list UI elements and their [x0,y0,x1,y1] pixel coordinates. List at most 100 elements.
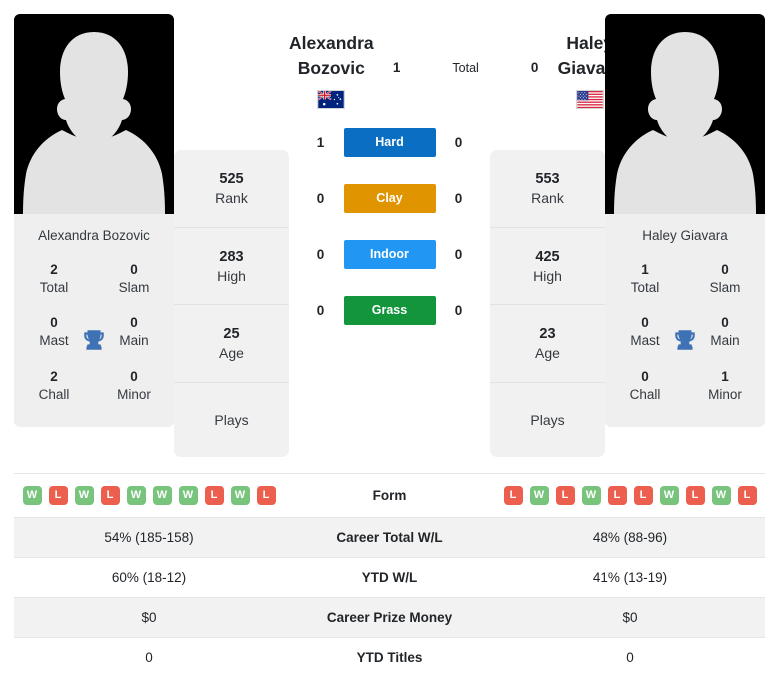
title-cell-slam-right: 0 Slam [685,253,765,306]
stat-value: 553 [535,171,560,187]
form-badge-loss[interactable]: L [204,486,224,505]
title-label: Minor [117,386,151,402]
table-row-form: WLWLWWWLWL Form LWLWLLWLWL [14,473,765,518]
table-row-ytd-titles: 0 YTD Titles 0 [14,637,765,678]
h2h-clay-right: 0 [454,190,463,206]
stat-label: Plays [530,412,565,429]
form-badge-loss[interactable]: L [503,486,523,505]
stat-value: 25 [223,326,240,343]
form-badge-win[interactable]: W [178,486,198,505]
form-badge-win[interactable]: W [581,486,601,505]
form-badge-win[interactable]: W [126,486,146,505]
title-cell-chall-right: 0 Chall [605,360,685,413]
title-label: Total [39,279,69,295]
form-badge-win[interactable]: W [74,486,94,505]
player-name-left[interactable]: Alexandra Bozovic [289,14,374,109]
title-label: Slam [709,279,741,295]
stat-label: Rank [215,189,248,206]
row-label: Career Total W/L [336,530,443,545]
surface-badge-hard[interactable]: Hard [343,127,436,157]
form-strip-left: WLWLWWWLWL [20,486,278,505]
row-value-left: 0 [145,650,153,665]
stat-high-right: 425 High [490,228,605,306]
h2h-hard-right: 0 [454,134,463,150]
h2h-surface-list: 1 Hard 0 0 Clay 0 0 Indoor 0 0 Grass 0 [289,114,490,338]
title-value: 0 [721,262,729,277]
title-value: 0 [130,315,138,331]
australia-flag-icon [317,89,346,109]
title-cell-slam-left: 0 Slam [94,253,174,306]
surface-badge-indoor[interactable]: Indoor [343,239,436,269]
form-badge-win[interactable]: W [659,486,679,505]
form-strip-right: LWLWLLWLWL [501,486,759,505]
h2h-row-hard[interactable]: 1 Hard 0 [289,114,490,170]
form-badge-win[interactable]: W [152,486,172,505]
form-badge-loss[interactable]: L [737,486,757,505]
h2h-indoor-left: 0 [316,246,325,262]
title-cell-minor-left: 0 Minor [94,360,174,413]
stat-rank-left: 525 Rank [174,150,289,228]
title-label: Minor [708,386,742,402]
title-value: 0 [130,262,138,277]
form-badge-win[interactable]: W [711,486,731,505]
h2h-row-indoor[interactable]: 0 Indoor 0 [289,226,490,282]
stat-card-right: 553 Rank 425 High 23 Age Plays [490,150,605,458]
form-cell-left: WLWLWWWLWL [14,474,284,518]
trophy-icon [84,330,104,350]
h2h-row-grass[interactable]: 0 Grass 0 [289,282,490,338]
form-badge-win[interactable]: W [230,486,250,505]
form-badge-win[interactable]: W [22,486,42,505]
row-value-right: $0 [622,610,638,625]
title-label: Chall [38,386,70,402]
title-value: 0 [130,368,138,384]
head-to-head-center: Alexandra Bozovic 1 Total 0 Haley Giavar… [289,14,622,338]
h2h-total-label: Total [452,60,479,75]
form-badge-win[interactable]: W [529,486,549,505]
h2h-row-clay[interactable]: 0 Clay 0 [289,170,490,226]
player-silhouette-icon [614,32,756,214]
stat-value: 23 [539,326,556,343]
title-cell-minor-right: 1 Minor [685,360,765,413]
stat-value: 525 [219,171,244,187]
form-badge-loss[interactable]: L [607,486,627,505]
table-row-career-prize-money: $0 Career Prize Money $0 [14,597,765,638]
stat-rank-right: 553 Rank [490,150,605,228]
form-badge-loss[interactable]: L [256,486,276,505]
stat-label: Rank [531,189,564,206]
stat-value: 425 [535,248,560,265]
title-label: Main [119,333,149,349]
form-badge-loss[interactable]: L [555,486,575,505]
comparison-stats-table: WLWLWWWLWL Form LWLWLLWLWL 54% (185-158)… [14,473,765,677]
h2h-total-left: 1 [392,60,401,75]
stat-value: 283 [219,248,244,265]
surface-badge-grass[interactable]: Grass [343,295,436,325]
title-value: 0 [641,368,649,384]
titles-grid-left: 2 Total 0 Slam 0 Mast 0 Main 2 Chall 0 M… [14,253,174,427]
profile-name-right: Haley Giavara [642,228,728,243]
row-label-form: Form [372,488,407,503]
form-cell-right: LWLWLLWLWL [495,474,765,518]
stat-high-left: 283 High [174,228,289,306]
row-label: Career Prize Money [326,610,453,625]
row-value-left: $0 [141,610,157,625]
player-silhouette-icon [23,32,165,214]
form-badge-loss[interactable]: L [685,486,705,505]
player-comparison-page: Alexandra Bozovic 2 Total 0 Slam 0 Mast … [0,0,779,699]
stat-card-left: 525 Rank 283 High 25 Age Plays [174,150,289,458]
surface-badge-clay[interactable]: Clay [343,183,436,213]
form-badge-loss[interactable]: L [100,486,120,505]
table-row-ytd-wl: 60% (18-12) YTD W/L 41% (13-19) [14,557,765,598]
form-badge-loss[interactable]: L [48,486,68,505]
title-value: 1 [721,368,729,384]
player-profile-left[interactable]: Alexandra Bozovic 2 Total 0 Slam 0 Mast … [14,14,174,428]
h2h-indoor-right: 0 [454,246,463,262]
profile-name-left: Alexandra Bozovic [38,228,150,243]
form-badge-loss[interactable]: L [633,486,653,505]
player-profile-right[interactable]: Haley Giavara 1 Total 0 Slam 0 Mast 0 Ma… [605,14,765,428]
row-value-right: 41% (13-19) [592,570,668,585]
title-label: Slam [118,279,150,295]
h2h-grass-left: 0 [316,302,325,318]
title-cell-chall-left: 2 Chall [14,360,94,413]
player-last-name-left: Bozovic [297,57,365,78]
stat-label: High [217,267,246,284]
